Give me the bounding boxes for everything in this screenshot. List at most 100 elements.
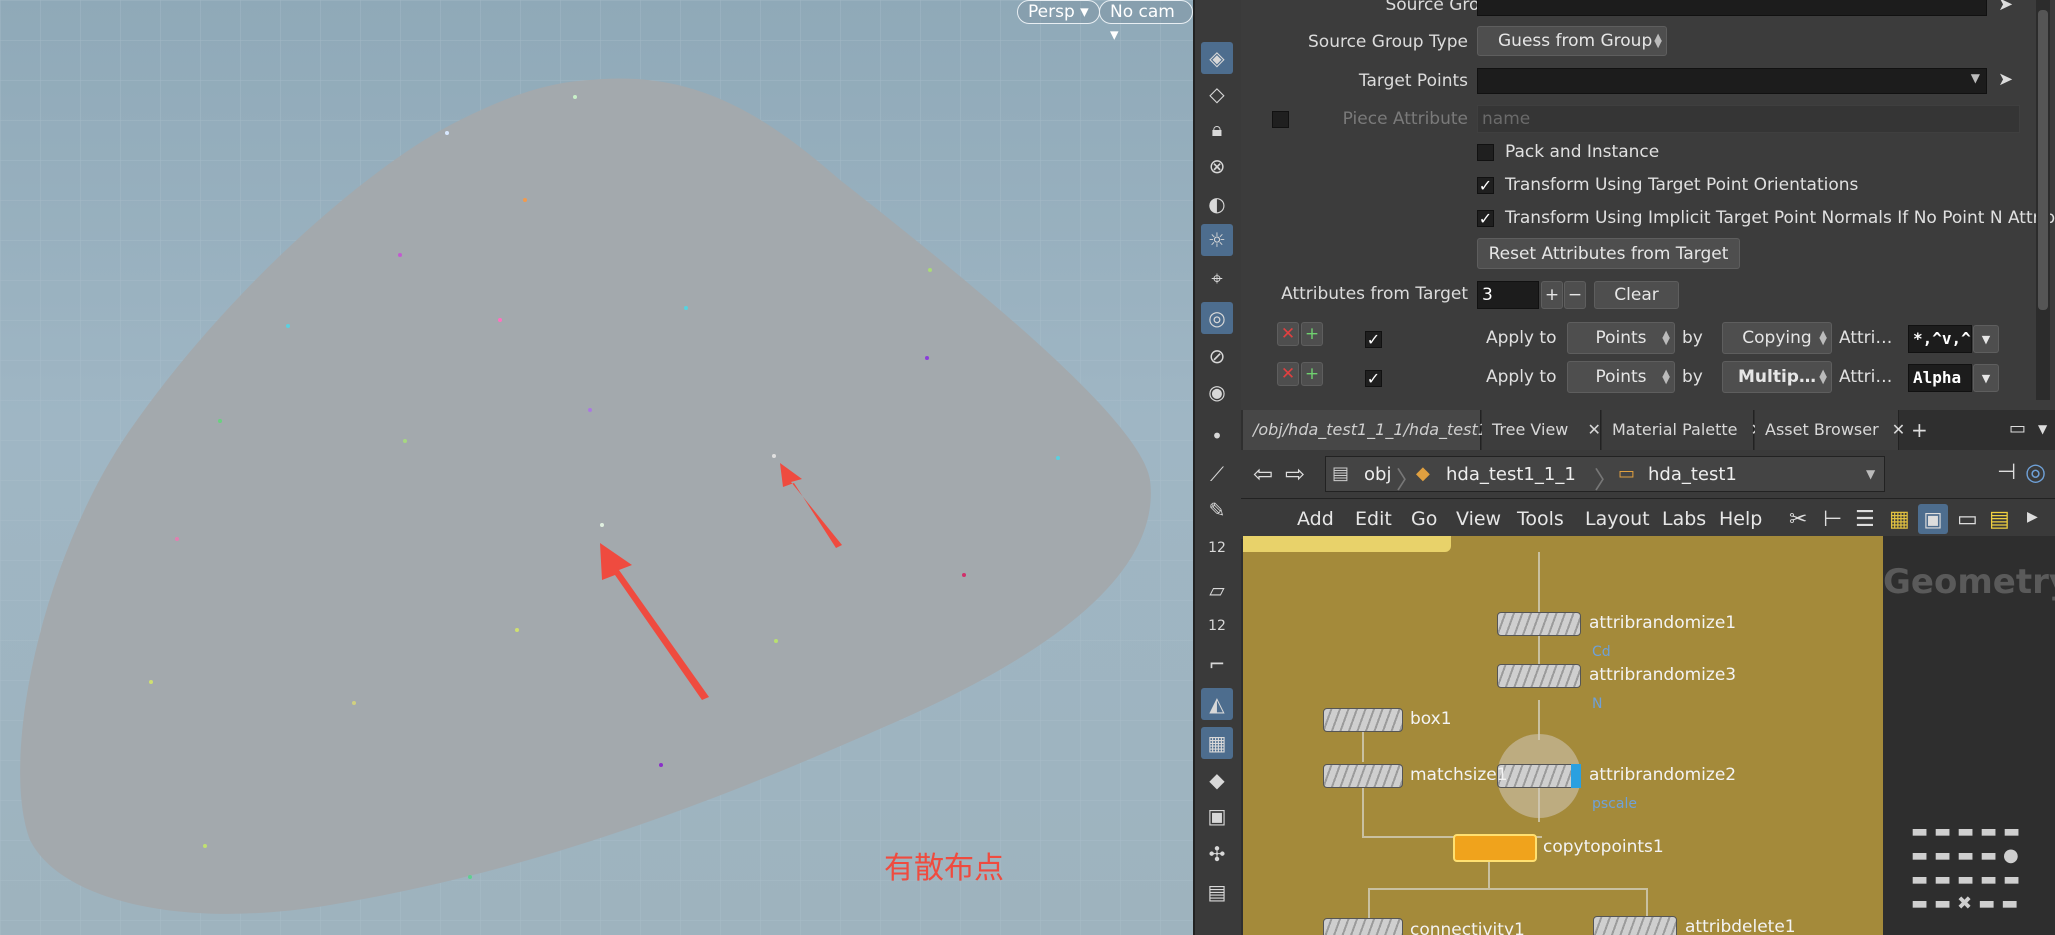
row-enable-checkbox[interactable]: ✓ <box>1365 370 1382 387</box>
apply-to-menu[interactable]: Points ▲ ▼ <box>1567 361 1675 393</box>
source-group-field[interactable] <box>1477 0 1987 16</box>
insert-row-icon[interactable]: + <box>1301 362 1323 386</box>
piece-attribute-field[interactable]: name <box>1477 105 2020 133</box>
network-box-icon[interactable]: ▭ <box>1957 507 1978 532</box>
brush-icon[interactable]: ⟋ <box>1201 458 1233 490</box>
breadcrumb-obj[interactable]: obj <box>1364 464 1391 485</box>
breadcrumb-hda-parent[interactable]: hda_test1_1_1 <box>1446 464 1576 485</box>
chevron-down-icon[interactable]: ▼ <box>1971 71 1980 85</box>
display-icon[interactable]: ▤ <box>1201 876 1233 908</box>
box-icon[interactable]: ▱ <box>1201 574 1233 606</box>
row-enable-checkbox[interactable]: ✓ <box>1365 331 1382 348</box>
normal-icon[interactable]: ⌐ <box>1201 648 1233 680</box>
camera-menu-button[interactable]: No cam ▾ <box>1099 0 1193 45</box>
target-points-field[interactable]: ▼ <box>1477 68 1987 94</box>
maximize-icon[interactable]: ▭ <box>2009 418 2026 439</box>
tree-icon[interactable]: ⊢ <box>1823 507 1842 532</box>
menu-edit[interactable]: Edit <box>1355 499 1392 539</box>
apply-to-menu[interactable]: Points ▲ ▼ <box>1567 322 1675 354</box>
map-icon[interactable]: ▣ <box>1201 800 1233 832</box>
pane-menu-icon[interactable]: ▼ <box>2038 422 2047 436</box>
node-shape-palette-icon[interactable]: ▬▬▬▬▬ ▬▬▬▬● ▬▬▬▬▬ ▬▬✖▬▬ <box>1911 820 2051 930</box>
pin-icon[interactable]: ⌖ <box>1201 262 1233 294</box>
delete-row-icon[interactable]: ✕ <box>1277 322 1299 346</box>
node-graph-canvas[interactable]: attribrandomize1 Cd attribrandomize3 N b… <box>1243 536 1883 935</box>
tab-network-path[interactable]: /obj/hda_test1_1_1/hda_test1 ✕ <box>1243 410 1514 450</box>
pin-icon[interactable]: ⊣ <box>1997 460 2016 485</box>
visibility-icon[interactable]: ◉ <box>1201 376 1233 408</box>
tab-tree-view[interactable]: Tree View ✕ <box>1482 410 1601 450</box>
insert-row-icon[interactable]: + <box>1301 322 1323 346</box>
by-menu[interactable]: Copying ▲ ▼ <box>1722 322 1832 354</box>
scrollbar-thumb[interactable] <box>2038 10 2048 310</box>
camera-icon[interactable]: ⊘ <box>1201 340 1233 372</box>
display-flag[interactable] <box>1571 764 1581 788</box>
node-attribdelete1[interactable] <box>1593 916 1677 935</box>
transform-orient-checkbox[interactable]: ✓ <box>1477 177 1494 194</box>
back-arrow-icon[interactable]: ⇦ <box>1253 460 1273 488</box>
select-mode-icon[interactable]: ◈ <box>1201 42 1233 74</box>
menu-tools[interactable]: Tools <box>1517 499 1564 539</box>
node-connectivity1[interactable] <box>1323 918 1403 935</box>
overflow-arrow-icon[interactable]: ▶ <box>2027 509 2038 525</box>
wireframe-icon[interactable]: ◭ <box>1201 688 1233 720</box>
chevron-down-icon[interactable]: ▼ <box>1866 467 1875 481</box>
chevron-down-icon[interactable]: ▼ <box>1973 325 1999 353</box>
remove-entry-button[interactable]: − <box>1564 281 1586 309</box>
handle-icon[interactable]: ◇ <box>1201 78 1233 110</box>
node-attribrandomize3[interactable] <box>1497 664 1581 688</box>
add-entry-button[interactable]: + <box>1541 281 1563 309</box>
uv-icon[interactable]: ◆ <box>1201 764 1233 796</box>
wrench-icon[interactable]: ✂ <box>1789 507 1807 532</box>
menu-go[interactable]: Go <box>1411 499 1437 539</box>
light-off-icon[interactable]: ⊗ <box>1201 150 1233 182</box>
clear-button[interactable]: Clear <box>1594 281 1679 309</box>
render-icon[interactable]: ◎ <box>1201 302 1233 334</box>
menu-labs[interactable]: Labs <box>1662 499 1706 539</box>
node-copytopoints1[interactable] <box>1453 834 1537 862</box>
sticky-note-icon[interactable]: ▤ <box>1989 507 2010 532</box>
attributes-field[interactable]: Alpha <box>1908 364 1972 392</box>
menu-layout[interactable]: Layout <box>1585 499 1650 539</box>
chevron-down-icon[interactable]: ▼ <box>1973 364 1999 392</box>
link-icon[interactable]: ◎ <box>2025 458 2046 486</box>
delete-row-icon[interactable]: ✕ <box>1277 362 1299 386</box>
scene-viewport[interactable]: Persp ▾ No cam ▾ 有散布点 <box>0 0 1193 935</box>
by-menu[interactable]: Multip… ▲ ▼ <box>1722 361 1832 393</box>
params-scrollbar[interactable] <box>2036 0 2050 400</box>
node-attribrandomize1[interactable] <box>1497 612 1581 636</box>
select-arrow-icon[interactable]: ➤ <box>1998 0 2013 15</box>
light-icon[interactable]: ☼ <box>1201 224 1233 256</box>
paint-icon[interactable]: ✎ <box>1201 494 1233 526</box>
prim-number-icon[interactable]: 12 <box>1201 610 1233 642</box>
source-group-type-menu[interactable]: Guess from Group ▲ ▼ <box>1477 26 1667 56</box>
close-icon[interactable]: ✕ <box>1892 420 1905 439</box>
select-arrow-icon[interactable]: ➤ <box>1998 69 2013 90</box>
menu-add[interactable]: Add <box>1297 499 1334 539</box>
menu-help[interactable]: Help <box>1719 499 1762 539</box>
persp-menu-button[interactable]: Persp ▾ <box>1017 0 1100 24</box>
node-matchsize1[interactable] <box>1323 764 1403 788</box>
lock-icon[interactable]: 🔒︎ <box>1201 113 1233 145</box>
grid-view-icon[interactable]: ▣ <box>1918 504 1948 534</box>
checker-icon[interactable]: ▦ <box>1201 727 1233 759</box>
attributes-field[interactable]: *,^v,^ <box>1908 325 1972 353</box>
attributes-count-field[interactable]: 3 <box>1477 281 1539 309</box>
point-icon[interactable]: • <box>1201 420 1233 452</box>
pack-and-instance-checkbox[interactable] <box>1477 144 1494 161</box>
tab-asset-browser[interactable]: Asset Browser ✕ <box>1755 410 1905 450</box>
transform-normals-checkbox[interactable]: ✓ <box>1477 210 1494 227</box>
add-tab-icon[interactable]: + <box>1911 418 1928 442</box>
point-number-icon[interactable]: 12 <box>1201 532 1233 564</box>
node-attribrandomize2[interactable] <box>1497 764 1581 788</box>
menu-view[interactable]: View <box>1456 499 1501 539</box>
list-icon[interactable]: ☰ <box>1855 507 1875 532</box>
forward-arrow-icon[interactable]: ⇨ <box>1285 460 1305 488</box>
network-box[interactable] <box>1243 536 1451 552</box>
color-palette-icon[interactable]: ▦ <box>1889 507 1910 532</box>
reset-attributes-button[interactable]: Reset Attributes from Target <box>1477 238 1740 269</box>
snap-icon[interactable]: ✣ <box>1201 838 1233 870</box>
shading-icon[interactable]: ◐ <box>1201 188 1233 220</box>
node-box1[interactable] <box>1323 708 1403 732</box>
close-icon[interactable]: ✕ <box>1587 420 1600 439</box>
